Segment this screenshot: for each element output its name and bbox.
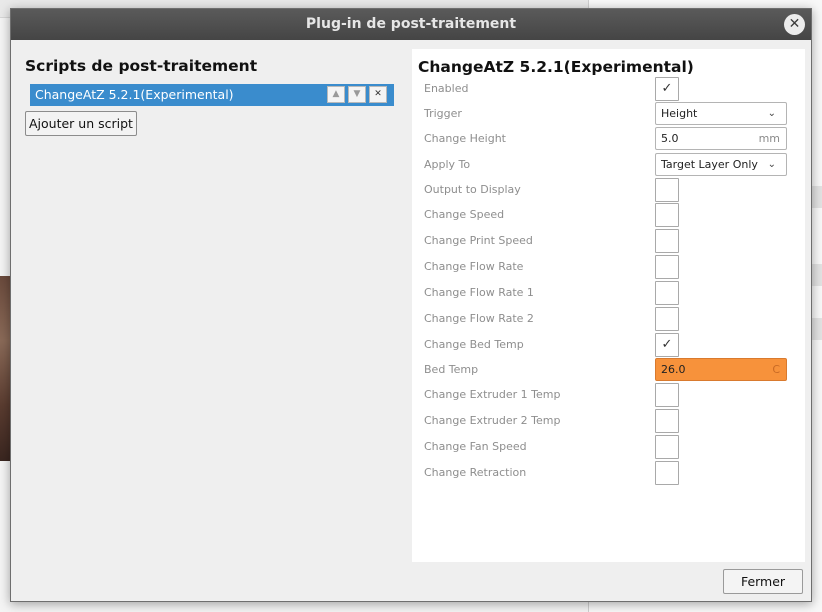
- change-flow-rate-1-checkbox[interactable]: [655, 281, 679, 305]
- setting-label: Change Height: [424, 132, 506, 145]
- setting-output-to-display: Output to Display: [424, 178, 794, 202]
- setting-change-extruder-1-temp: Change Extruder 1 Temp: [424, 383, 794, 407]
- change-bed-temp-checkbox[interactable]: ✓: [655, 333, 679, 357]
- setting-change-flow-rate-1: Change Flow Rate 1: [424, 281, 794, 305]
- dialog-title: Plug-in de post-traitement: [305, 16, 517, 32]
- chevron-down-icon: ⌄: [767, 108, 776, 119]
- setting-change-bed-temp: Change Bed Temp ✓: [424, 333, 794, 357]
- setting-change-height: Change Height 5.0 mm: [424, 127, 794, 151]
- script-list-item[interactable]: ChangeAtZ 5.2.1(Experimental) ▲ ▼ ✕: [30, 84, 394, 106]
- setting-label: Change Bed Temp: [424, 338, 524, 351]
- setting-label: Trigger: [424, 107, 462, 120]
- setting-label: Output to Display: [424, 183, 521, 196]
- change-flow-rate-checkbox[interactable]: [655, 255, 679, 279]
- dropdown-value: Target Layer Only: [661, 158, 758, 171]
- setting-change-flow-rate: Change Flow Rate: [424, 255, 794, 279]
- change-extruder-1-temp-checkbox[interactable]: [655, 383, 679, 407]
- setting-label: Change Speed: [424, 208, 505, 221]
- setting-label: Change Extruder 1 Temp: [424, 388, 561, 401]
- setting-bed-temp: Bed Temp 26.0 C: [424, 358, 794, 382]
- post-processing-dialog: Plug-in de post-traitement ✕ Scripts de …: [10, 8, 812, 602]
- script-settings-title: ChangeAtZ 5.2.1(Experimental): [418, 58, 694, 76]
- setting-change-extruder-2-temp: Change Extruder 2 Temp: [424, 409, 794, 433]
- setting-label: Change Retraction: [424, 466, 527, 479]
- output-to-display-checkbox[interactable]: [655, 178, 679, 202]
- script-item-label: ChangeAtZ 5.2.1(Experimental): [35, 87, 234, 102]
- setting-label: Apply To: [424, 158, 471, 171]
- input-value: 26.0: [661, 363, 686, 376]
- bed-temp-input[interactable]: 26.0 C: [655, 358, 787, 381]
- close-dialog-button[interactable]: Fermer: [723, 569, 803, 594]
- setting-change-flow-rate-2: Change Flow Rate 2: [424, 307, 794, 331]
- change-extruder-2-temp-checkbox[interactable]: [655, 409, 679, 433]
- enabled-checkbox[interactable]: ✓: [655, 77, 679, 101]
- change-fan-speed-checkbox[interactable]: [655, 435, 679, 459]
- setting-change-speed: Change Speed: [424, 203, 794, 227]
- close-icon[interactable]: ✕: [784, 14, 805, 35]
- setting-label: Enabled: [424, 82, 469, 95]
- setting-change-retraction: Change Retraction: [424, 461, 794, 485]
- change-print-speed-checkbox[interactable]: [655, 229, 679, 253]
- chevron-down-icon: ⌄: [767, 159, 776, 170]
- move-down-icon[interactable]: ▼: [348, 86, 366, 103]
- change-height-input[interactable]: 5.0 mm: [655, 127, 787, 150]
- remove-script-icon[interactable]: ✕: [369, 86, 387, 103]
- setting-label: Change Extruder 2 Temp: [424, 414, 561, 427]
- setting-label: Change Flow Rate: [424, 260, 524, 273]
- move-up-icon[interactable]: ▲: [327, 86, 345, 103]
- setting-label: Change Flow Rate 1: [424, 286, 534, 299]
- input-value: 5.0: [661, 132, 679, 145]
- setting-change-print-speed: Change Print Speed: [424, 229, 794, 253]
- unit-label: mm: [758, 132, 780, 145]
- change-speed-checkbox[interactable]: [655, 203, 679, 227]
- dialog-titlebar[interactable]: Plug-in de post-traitement ✕: [11, 9, 811, 40]
- trigger-dropdown[interactable]: Height ⌄: [655, 102, 787, 125]
- apply-to-dropdown[interactable]: Target Layer Only ⌄: [655, 153, 787, 176]
- setting-label: Bed Temp: [424, 363, 479, 376]
- setting-label: Change Fan Speed: [424, 440, 527, 453]
- setting-change-fan-speed: Change Fan Speed: [424, 435, 794, 459]
- setting-label: Change Print Speed: [424, 234, 533, 247]
- change-retraction-checkbox[interactable]: [655, 461, 679, 485]
- change-flow-rate-2-checkbox[interactable]: [655, 307, 679, 331]
- setting-label: Change Flow Rate 2: [424, 312, 534, 325]
- setting-trigger: Trigger Height ⌄: [424, 102, 794, 126]
- dropdown-value: Height: [661, 107, 698, 120]
- setting-enabled: Enabled ✓: [424, 77, 794, 101]
- setting-apply-to: Apply To Target Layer Only ⌄: [424, 153, 794, 177]
- unit-label: C: [772, 363, 780, 376]
- script-settings-panel: ChangeAtZ 5.2.1(Experimental) Enabled ✓ …: [412, 49, 805, 562]
- scripts-heading: Scripts de post-traitement: [25, 57, 258, 75]
- add-script-button[interactable]: Ajouter un script: [25, 111, 137, 136]
